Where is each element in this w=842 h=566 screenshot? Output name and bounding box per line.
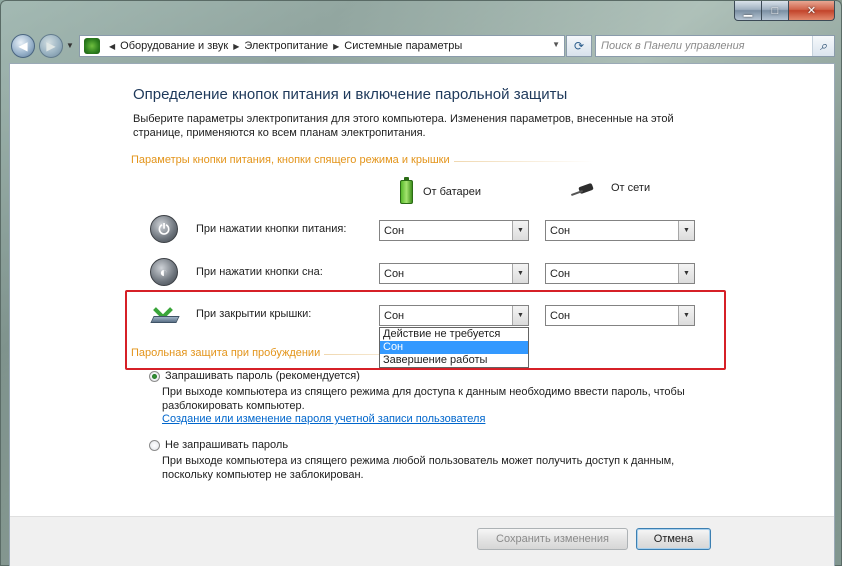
- require-password-radio[interactable]: [149, 371, 160, 382]
- chevron-left-icon[interactable]: ◀: [109, 42, 115, 51]
- maximize-button[interactable]: □: [762, 1, 789, 21]
- breadcrumb-system-settings[interactable]: Системные параметры: [344, 40, 462, 52]
- minimize-button[interactable]: ▁: [734, 1, 762, 21]
- search-placeholder: Поиск в Панели управления: [601, 40, 745, 52]
- require-password-label[interactable]: Запрашивать пароль (рекомендуется): [165, 370, 360, 382]
- battery-icon: [400, 177, 413, 204]
- lid-close-ac-select[interactable]: Сон ▼: [545, 305, 695, 326]
- page-title: Определение кнопок питания и включение п…: [133, 86, 568, 103]
- sleep-button-icon: ◐: [150, 258, 178, 286]
- control-panel-icon: [84, 38, 100, 54]
- lid-close-dropdown-list: Действие не требуется Сон Завершение раб…: [379, 327, 529, 368]
- dropdown-option-do-nothing[interactable]: Действие не требуется: [380, 328, 528, 341]
- dropdown-option-shut-down[interactable]: Завершение работы: [380, 354, 528, 367]
- column-on-battery: От батареи: [400, 177, 481, 204]
- select-value: Сон: [384, 224, 405, 237]
- arrow-left-icon: ◀: [18, 39, 28, 53]
- footer-bar: Сохранить изменения Отмена: [10, 516, 834, 566]
- breadcrumb-power-options[interactable]: Электропитание: [244, 40, 328, 52]
- page-intro: Выберите параметры электропитания для эт…: [133, 113, 674, 139]
- select-value: Сон: [550, 309, 571, 322]
- lid-close-battery-select[interactable]: Сон ▼: [379, 305, 529, 326]
- power-plug-icon: [571, 180, 601, 196]
- refresh-icon: ⟳: [573, 39, 585, 53]
- chevron-right-icon[interactable]: ▶: [333, 42, 339, 51]
- sleep-button-ac-select[interactable]: Сон ▼: [545, 263, 695, 284]
- power-button-ac-select[interactable]: Сон ▼: [545, 220, 695, 241]
- arrow-right-icon: ▶: [46, 39, 56, 53]
- power-button-row: ⏻ При нажатии кнопки питания: Сон ▼ Сон …: [150, 214, 750, 246]
- select-value: Сон: [384, 267, 405, 280]
- control-panel-window: ▁ □ ✕ ◀ ▶ ▼ ◀ Оборудование и звук ▶ Элек…: [0, 0, 842, 566]
- column-ac-label: От сети: [611, 182, 651, 194]
- chevron-down-icon: ▼: [512, 221, 528, 240]
- power-button-icon: ⏻: [150, 215, 178, 243]
- recent-pages-dropdown[interactable]: ▼: [66, 41, 74, 50]
- minimize-icon: ▁: [743, 5, 753, 17]
- cancel-button[interactable]: Отмена: [636, 528, 711, 550]
- search-button[interactable]: ⌕: [812, 36, 834, 56]
- chevron-down-icon: ▼: [512, 264, 528, 283]
- laptop-base-shape: [150, 316, 180, 323]
- power-button-battery-select[interactable]: Сон ▼: [379, 220, 529, 241]
- main-content: Определение кнопок питания и включение п…: [9, 63, 835, 566]
- column-plugged-in: От сети: [571, 180, 650, 196]
- no-password-label[interactable]: Не запрашивать пароль: [165, 439, 288, 451]
- password-section-header: Парольная защита при пробуждении: [131, 347, 465, 359]
- caption-buttons: ▁ □ ✕: [734, 1, 835, 21]
- column-battery-label: От батареи: [423, 186, 481, 198]
- dropdown-option-sleep[interactable]: Сон: [380, 341, 528, 354]
- sleep-button-label: При нажатии кнопки сна:: [196, 266, 323, 278]
- back-button[interactable]: ◀: [11, 34, 35, 58]
- chevron-down-icon[interactable]: ▼: [552, 40, 560, 49]
- select-value: Сон: [550, 267, 571, 280]
- chevron-down-icon: ▼: [678, 221, 694, 240]
- sleep-button-battery-select[interactable]: Сон ▼: [379, 263, 529, 284]
- no-password-description: При выходе компьютера из спящего режима …: [162, 455, 675, 481]
- no-password-radio[interactable]: [149, 440, 160, 451]
- laptop-lid-icon: [150, 300, 180, 327]
- search-input[interactable]: Поиск в Панели управления ⌕: [595, 35, 835, 57]
- forward-button[interactable]: ▶: [39, 34, 63, 58]
- address-bar[interactable]: ◀ Оборудование и звук ▶ Электропитание ▶…: [79, 35, 565, 57]
- select-value: Сон: [550, 224, 571, 237]
- search-icon: ⌕: [819, 38, 828, 53]
- change-password-link[interactable]: Создание или изменение пароля учетной за…: [162, 413, 485, 425]
- sleep-button-row: ◐ При нажатии кнопки сна: Сон ▼ Сон ▼: [150, 257, 750, 289]
- lid-close-label: При закрытии крышки:: [196, 308, 312, 320]
- chevron-right-icon[interactable]: ▶: [233, 42, 239, 51]
- chevron-down-icon: ▼: [512, 306, 528, 325]
- navigation-bar: ◀ ▶ ▼ ◀ Оборудование и звук ▶ Электропит…: [9, 32, 835, 60]
- chevron-down-icon: ▼: [678, 264, 694, 283]
- close-button[interactable]: ✕: [789, 1, 835, 21]
- chevron-down-icon: ▼: [678, 306, 694, 325]
- maximize-icon: □: [771, 4, 779, 17]
- buttons-section-header: Параметры кнопки питания, кнопки спящего…: [131, 154, 594, 166]
- select-value: Сон: [384, 309, 405, 322]
- require-password-description: При выходе компьютера из спящего режима …: [162, 386, 685, 412]
- refresh-button[interactable]: ⟳: [566, 35, 592, 57]
- breadcrumb-hardware-and-sound[interactable]: Оборудование и звук: [120, 40, 228, 52]
- power-button-label: При нажатии кнопки питания:: [196, 223, 347, 235]
- save-changes-button[interactable]: Сохранить изменения: [477, 528, 628, 550]
- close-icon: ✕: [806, 5, 817, 17]
